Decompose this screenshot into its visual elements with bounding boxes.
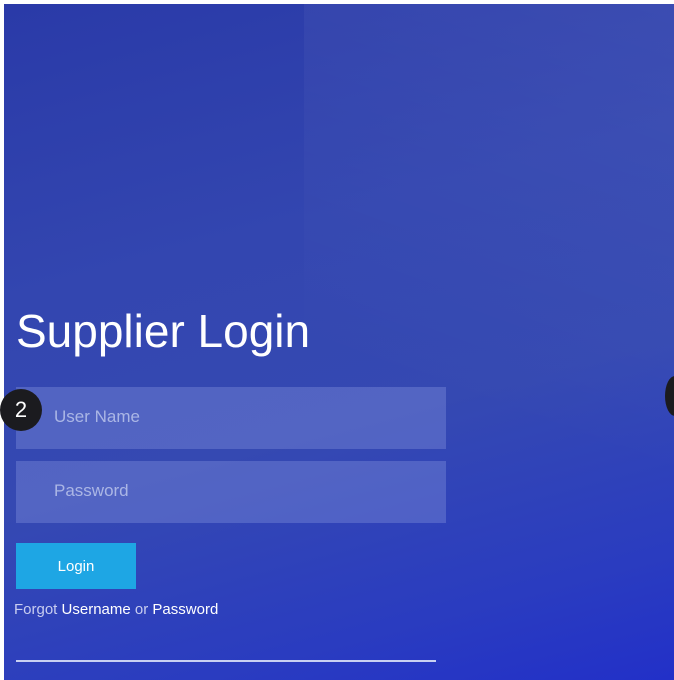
forgot-password-link[interactable]: Password [152,601,218,618]
password-placeholder: Password [54,481,129,500]
step-number-badge: 2 [0,389,42,431]
forgot-or: or [130,601,153,618]
divider [16,660,436,662]
forgot-credentials: Forgot Username or Password [14,601,218,618]
password-field[interactable]: Password [16,461,446,523]
login-panel: Supplier Login User Name Password Login … [4,4,674,680]
forgot-prefix: Forgot [14,601,62,618]
login-button[interactable]: Login [16,543,136,589]
page-title: Supplier Login [16,305,311,357]
username-placeholder: User Name [54,407,140,426]
forgot-username-link[interactable]: Username [62,601,131,618]
username-field[interactable]: User Name [16,387,446,449]
